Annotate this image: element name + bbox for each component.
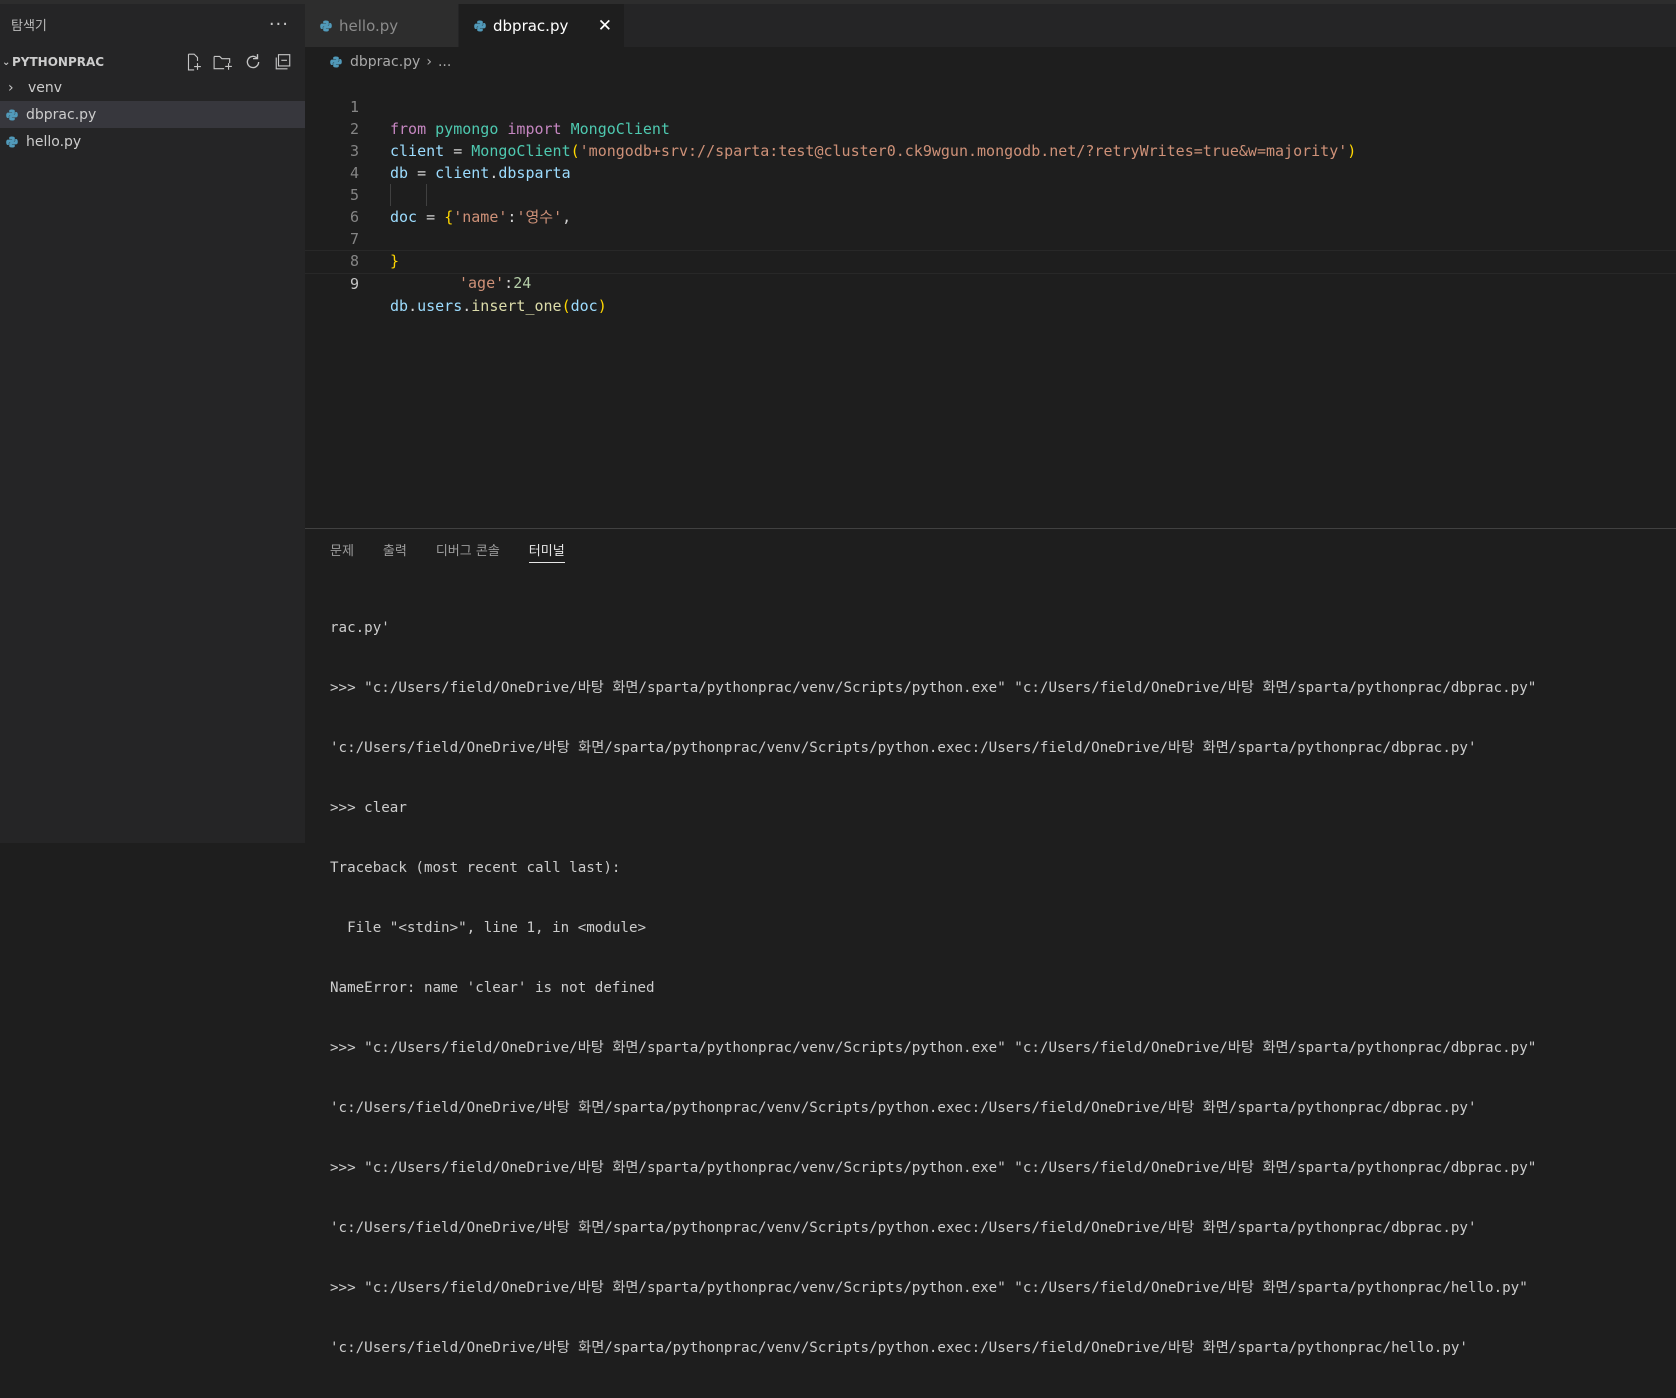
python-file-icon bbox=[6, 136, 18, 148]
code-line-8: 8 bbox=[305, 228, 1676, 270]
tab-dbprac-py[interactable]: dbprac.py ✕ bbox=[459, 4, 624, 47]
new-folder-icon[interactable] bbox=[213, 52, 233, 72]
tree-item-venv[interactable]: › venv bbox=[0, 74, 305, 101]
terminal-line: Traceback (most recent call last): bbox=[330, 860, 621, 876]
editor-tab-bar: hello.py dbprac.py ✕ bbox=[305, 4, 1676, 47]
python-file-icon bbox=[474, 20, 486, 32]
close-icon[interactable]: ✕ bbox=[598, 16, 612, 36]
code-line-1: 1 from pymongo import MongoClient bbox=[305, 74, 1676, 138]
terminal-line: File "<stdin>", line 1, in <module> bbox=[330, 920, 647, 936]
indent-guide bbox=[426, 184, 427, 206]
indent-guide bbox=[390, 184, 391, 206]
bottom-panel: 문제 출력 디버그 콘솔 터미널 rac.py' >>> "c:/Users/f… bbox=[305, 528, 1676, 1356]
terminal-line: >>> "c:/Users/field/OneDrive/바탕 화면/spart… bbox=[330, 1280, 1528, 1296]
tab-output[interactable]: 출력 bbox=[383, 529, 407, 569]
explorer-title: 탐색기 bbox=[11, 18, 47, 34]
code-line-6: 6 'age':24 bbox=[305, 184, 1676, 292]
new-file-icon[interactable] bbox=[183, 52, 203, 72]
tree-item-label: dbprac.py bbox=[26, 106, 97, 123]
collapse-all-icon[interactable] bbox=[273, 52, 293, 72]
explorer-actions bbox=[183, 52, 305, 72]
code-line-7: 7 } bbox=[305, 206, 1676, 270]
terminal-line: >>> clear bbox=[330, 800, 407, 816]
terminal-line: >>> "c:/Users/field/OneDrive/바탕 화면/spart… bbox=[330, 680, 1537, 696]
explorer-header: 탐색기 ··· bbox=[0, 4, 305, 44]
workspace-folder-label: PYTHONPRAC bbox=[12, 55, 105, 69]
tab-label: dbprac.py bbox=[493, 16, 569, 35]
tab-debug-console[interactable]: 디버그 콘솔 bbox=[436, 529, 500, 569]
terminal-output[interactable]: rac.py' >>> "c:/Users/field/OneDrive/바탕 … bbox=[330, 578, 1536, 1398]
refresh-icon[interactable] bbox=[243, 52, 263, 72]
code-editor[interactable]: 1 from pymongo import MongoClient 2 clie… bbox=[305, 72, 1676, 528]
breadcrumb: dbprac.py › ... bbox=[330, 51, 451, 73]
breadcrumb-separator-icon: › bbox=[426, 54, 432, 70]
code-line-4: 4 bbox=[305, 140, 1676, 182]
terminal-line: 'c:/Users/field/OneDrive/바탕 화면/sparta/py… bbox=[330, 740, 1477, 756]
breadcrumb-file[interactable]: dbprac.py bbox=[350, 54, 420, 70]
terminal-line: >>> "c:/Users/field/OneDrive/바탕 화면/spart… bbox=[330, 1160, 1537, 1176]
tab-problems[interactable]: 문제 bbox=[330, 529, 354, 569]
python-file-icon bbox=[6, 109, 18, 121]
tab-label: hello.py bbox=[339, 16, 399, 35]
code-line-3: 3 db = client.dbsparta bbox=[305, 118, 1676, 182]
code-line-5: 5 doc = {'name':'영수', bbox=[305, 162, 1676, 226]
code-text: db.users.insert_one(doc) bbox=[390, 297, 607, 315]
breadcrumb-more[interactable]: ... bbox=[438, 54, 451, 70]
terminal-line: 'c:/Users/field/OneDrive/바탕 화면/sparta/py… bbox=[330, 1340, 1468, 1356]
terminal-line: rac.py' bbox=[330, 620, 390, 636]
tree-item-hello[interactable]: hello.py bbox=[0, 128, 305, 155]
code-line-2: 2 client = MongoClient('mongodb+srv://sp… bbox=[305, 96, 1676, 160]
terminal-line: NameError: name 'clear' is not defined bbox=[330, 980, 655, 996]
panel-tab-bar: 문제 출력 디버그 콘솔 터미널 bbox=[305, 529, 1676, 569]
chevron-right-icon: › bbox=[8, 79, 14, 96]
terminal-line: 'c:/Users/field/OneDrive/바탕 화면/sparta/py… bbox=[330, 1100, 1477, 1116]
terminal-line: 'c:/Users/field/OneDrive/바탕 화면/sparta/py… bbox=[330, 1220, 1477, 1236]
line-number: 9 bbox=[349, 275, 359, 293]
chevron-down-icon: ⌄ bbox=[2, 56, 11, 68]
workspace-folder-header[interactable]: ⌄ PYTHONPRAC bbox=[0, 50, 305, 74]
explorer-sidebar: 탐색기 ··· ⌄ PYTHONPRAC › venv dbprac.py he… bbox=[0, 4, 305, 843]
tree-item-dbprac[interactable]: dbprac.py bbox=[0, 101, 305, 128]
python-file-icon bbox=[330, 56, 342, 68]
tree-item-label: hello.py bbox=[26, 133, 82, 150]
terminal-line: >>> "c:/Users/field/OneDrive/바탕 화면/spart… bbox=[330, 1040, 1537, 1056]
code-line-9: 9 db.users.insert_one(doc) bbox=[305, 250, 1676, 315]
code-text: 'age':24 bbox=[459, 274, 532, 292]
tab-hello-py[interactable]: hello.py bbox=[305, 4, 459, 47]
more-actions-icon[interactable]: ··· bbox=[269, 14, 289, 35]
python-file-icon bbox=[320, 20, 332, 32]
tab-terminal[interactable]: 터미널 bbox=[528, 529, 565, 569]
tree-item-label: venv bbox=[28, 79, 63, 96]
